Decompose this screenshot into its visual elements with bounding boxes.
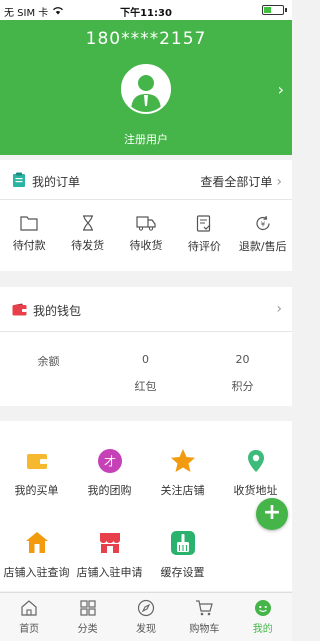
cache-broom-icon [170, 530, 196, 556]
status-time: 下午11:30 [120, 8, 172, 19]
wallet-icon [12, 303, 27, 319]
service-my-bills[interactable]: 我的买单 [0, 448, 73, 498]
house-icon [24, 530, 50, 556]
divider [0, 199, 292, 200]
services-row-1: 我的买单 才 我的团购 关注店铺 收货地址 [0, 448, 292, 498]
service-shipping-address[interactable]: 收货地址 [219, 448, 292, 498]
user-level-label: 注册用户 [124, 133, 168, 146]
wallet-chevron[interactable]: › [276, 301, 282, 317]
add-floating-button[interactable]: + [256, 498, 288, 530]
order-refund-aftersale[interactable]: ¥ 退款/售后 [234, 205, 292, 271]
order-pending-payment[interactable]: 待付款 [0, 205, 58, 271]
chevron-right-icon[interactable]: › [278, 80, 284, 99]
service-followed-shops[interactable]: 关注店铺 [146, 448, 219, 498]
svg-text:¥: ¥ [261, 221, 266, 229]
hourglass-icon [82, 215, 93, 231]
order-pending-review[interactable]: 待评价 [175, 205, 233, 271]
tab-home[interactable]: 首页 [0, 593, 58, 641]
order-pending-receipt[interactable]: 待收货 [117, 205, 175, 271]
refund-icon: ¥ [256, 215, 270, 231]
tab-discover[interactable]: 发现 [117, 593, 175, 641]
truck-icon [136, 216, 156, 231]
group-buy-icon: 才 [97, 448, 123, 474]
wallet-values-row: 余额 0 红包 20 积分 [0, 345, 292, 394]
star-icon [170, 448, 196, 474]
wallet-yellow-icon [24, 448, 50, 474]
user-face-icon [254, 600, 271, 616]
divider [0, 331, 292, 332]
chevron-right-icon: › [276, 173, 282, 190]
battery-icon [262, 5, 287, 15]
profile-header[interactable]: 180****2157 注册用户 › [0, 20, 292, 155]
svg-text:才: 才 [103, 455, 115, 469]
view-all-orders-link[interactable]: 查看全部订单 › [200, 173, 282, 190]
wallet-redpacket[interactable]: 0 红包 [97, 345, 194, 394]
tab-category[interactable]: 分类 [58, 593, 116, 641]
location-pin-icon [243, 448, 269, 474]
service-cache-settings[interactable]: 缓存设置 [146, 530, 219, 580]
order-status-row: 待付款 待发货 待收货 待评价 ¥ 退款/售后 [0, 205, 292, 271]
phone-number: 180****2157 [85, 29, 207, 49]
home-icon [21, 600, 37, 616]
service-shop-settlement-query[interactable]: 店铺入驻查询 [0, 530, 73, 580]
bottom-tab-bar: 首页 分类 发现 购物车 我的 [0, 592, 292, 641]
clipboard-icon [12, 172, 26, 191]
cart-icon [196, 600, 214, 616]
status-bar: 无 SIM 卡 下午11:30 [0, 0, 292, 20]
service-my-group-buy[interactable]: 才 我的团购 [73, 448, 146, 498]
compass-icon [137, 599, 155, 617]
service-shop-settlement-apply[interactable]: 店铺入驻申请 [73, 530, 146, 580]
storefront-icon [97, 530, 123, 556]
wallet-points[interactable]: 20 积分 [194, 345, 291, 394]
services-row-2: 店铺入驻查询 店铺入驻申请 缓存设置 [0, 530, 292, 580]
tab-mine[interactable]: 我的 [234, 593, 292, 641]
chevron-right-icon: › [276, 301, 282, 317]
orders-title: 我的订单 [12, 172, 80, 191]
grid-icon [79, 600, 96, 616]
review-icon [197, 215, 211, 232]
folder-icon [20, 216, 38, 231]
order-pending-shipment[interactable]: 待发货 [58, 205, 116, 271]
avatar[interactable] [121, 64, 171, 114]
wallet-balance[interactable]: 余额 [0, 345, 97, 394]
tab-cart[interactable]: 购物车 [175, 593, 233, 641]
wallet-title: 我的钱包 [12, 302, 81, 319]
